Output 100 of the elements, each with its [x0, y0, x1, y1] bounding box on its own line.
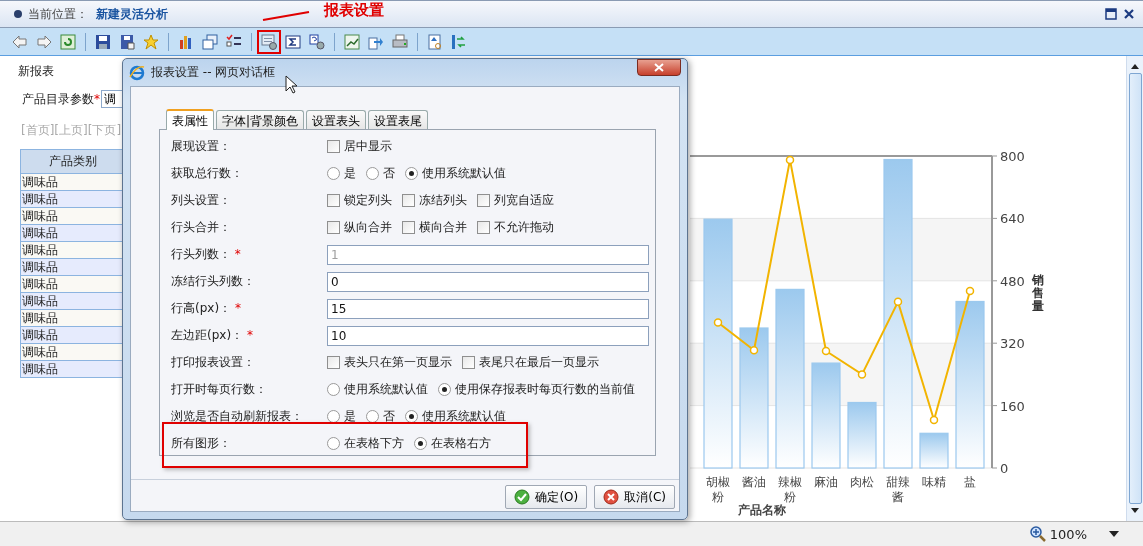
radio-button[interactable] [327, 383, 340, 396]
tab[interactable]: 字体|背景颜色 [216, 110, 305, 129]
data-point [965, 286, 975, 296]
browser-icon [129, 64, 145, 81]
checkbox[interactable] [462, 356, 475, 369]
data-point [929, 415, 939, 425]
cancel-icon [603, 489, 620, 505]
checkbox[interactable] [327, 221, 340, 234]
radio-label: 否 [383, 165, 395, 182]
scroll-down-icon[interactable] [1130, 507, 1140, 515]
field-label: 左边距(px)： [171, 328, 244, 342]
checkbox-label: 冻结列头 [419, 192, 467, 209]
data-point [749, 345, 759, 355]
axis-tick-label: 640 [1000, 211, 1025, 227]
checkbox-label: 纵向合并 [344, 219, 392, 236]
close-button[interactable] [637, 59, 681, 76]
checkbox[interactable] [402, 194, 415, 207]
radio-label: 在表格下方 [344, 435, 404, 452]
bar-chart-icon [178, 33, 194, 50]
right-arrow-icon [36, 33, 52, 50]
dropdown-caret-icon[interactable] [1109, 531, 1119, 537]
preview-icon [427, 33, 443, 50]
zoom-icon [1029, 526, 1046, 542]
checkbox-label: 横向合并 [419, 219, 467, 236]
refresh-icon [60, 33, 76, 50]
report-title: 新报表 [18, 63, 54, 80]
axis-tick-label: 800 [1000, 149, 1025, 164]
param-label: 产品目录参数 [22, 90, 94, 108]
text-field[interactable]: 15 [327, 298, 649, 319]
pager-links: [首页][上页][下页] [21, 122, 122, 139]
radio-button[interactable] [327, 167, 340, 180]
checkbox-label: 不允许拖动 [494, 219, 554, 236]
tab[interactable]: 设置表头 [306, 110, 367, 129]
annotation-line [262, 10, 310, 22]
data-point [713, 318, 723, 327]
category-label: 胡椒粉 [706, 475, 730, 504]
field-label: 冻结行头列数： [171, 274, 255, 288]
scrollbar-thumb[interactable] [1128, 73, 1142, 504]
field-label: 打开时每页行数： [171, 382, 267, 396]
cancel-button[interactable]: 取消(C) [594, 485, 675, 509]
checkbox-label: 列宽自适应 [494, 192, 554, 209]
axis-tick-label: 320 [1000, 336, 1025, 352]
checkbox[interactable] [477, 194, 490, 207]
checkbox[interactable] [327, 356, 340, 369]
data-point [857, 370, 867, 379]
field-label: 浏览是否自动刷新报表： [171, 409, 303, 423]
close-icon[interactable] [1123, 8, 1135, 20]
maximize-icon[interactable] [1105, 8, 1117, 20]
field-label: 所有图形： [171, 436, 231, 450]
data-point [785, 155, 795, 165]
tab[interactable]: 设置表尾 [368, 110, 429, 129]
close-icon [654, 63, 664, 72]
required-mark: * [94, 92, 100, 106]
windows-icon [202, 33, 218, 50]
sigma-icon [285, 33, 301, 50]
category-label: 酱油 [742, 475, 766, 489]
radio-button[interactable] [438, 383, 451, 396]
text-field[interactable]: 10 [327, 325, 649, 346]
checkbox[interactable] [477, 221, 490, 234]
left-arrow-icon [12, 33, 28, 50]
field-label: 打印报表设置： [171, 355, 255, 369]
radio-label: 在表格右方 [431, 435, 491, 452]
radio-label: 使用系统默认值 [344, 381, 428, 398]
toolbar-button[interactable] [257, 29, 281, 54]
column-header: 产品类别 [20, 149, 125, 174]
text-field[interactable]: 0 [327, 271, 649, 292]
required-mark: * [233, 301, 241, 315]
radio-button[interactable] [405, 167, 418, 180]
category-label: 辣椒粉 [778, 475, 802, 504]
tab[interactable]: 表属性 [166, 109, 214, 130]
field-label: 行高(px)： [171, 301, 232, 315]
axis-title: 产品名称 [738, 503, 786, 517]
bar [847, 401, 877, 469]
checklist-icon [226, 33, 242, 50]
axis-tick-label: 480 [1000, 273, 1025, 289]
printer-icon [392, 33, 408, 50]
dialog-title: 报表设置 -- 网页对话框 [151, 64, 276, 81]
checkbox[interactable] [402, 221, 415, 234]
checkbox[interactable] [327, 194, 340, 207]
location-title: 新建灵活分析 [96, 5, 168, 23]
checkbox-label: 表头只在第一页显示 [344, 354, 452, 371]
radio-button[interactable] [414, 437, 427, 450]
field-label: 列头设置： [171, 193, 231, 207]
radio-button[interactable] [327, 437, 340, 450]
radio-label: 是 [344, 165, 356, 182]
radio-button[interactable] [366, 167, 379, 180]
save-icon [95, 33, 111, 50]
bar [919, 432, 949, 469]
field-label: 展现设置： [171, 139, 231, 153]
required-mark: * [245, 328, 253, 342]
axis-tick-label: 0 [1000, 461, 1009, 476]
settings-icon [261, 33, 277, 50]
axis-tick-label: 160 [1000, 398, 1025, 414]
ok-button[interactable]: 确定(O) [505, 485, 588, 509]
radio-label: 否 [383, 408, 395, 425]
scroll-up-icon[interactable] [1130, 62, 1140, 70]
checkbox[interactable] [327, 140, 340, 153]
checkbox-label: 表尾只在最后一页显示 [479, 354, 599, 371]
category-label: 肉松 [850, 475, 874, 489]
radio-label: 使用保存报表时每页行数的当前值 [455, 381, 635, 398]
